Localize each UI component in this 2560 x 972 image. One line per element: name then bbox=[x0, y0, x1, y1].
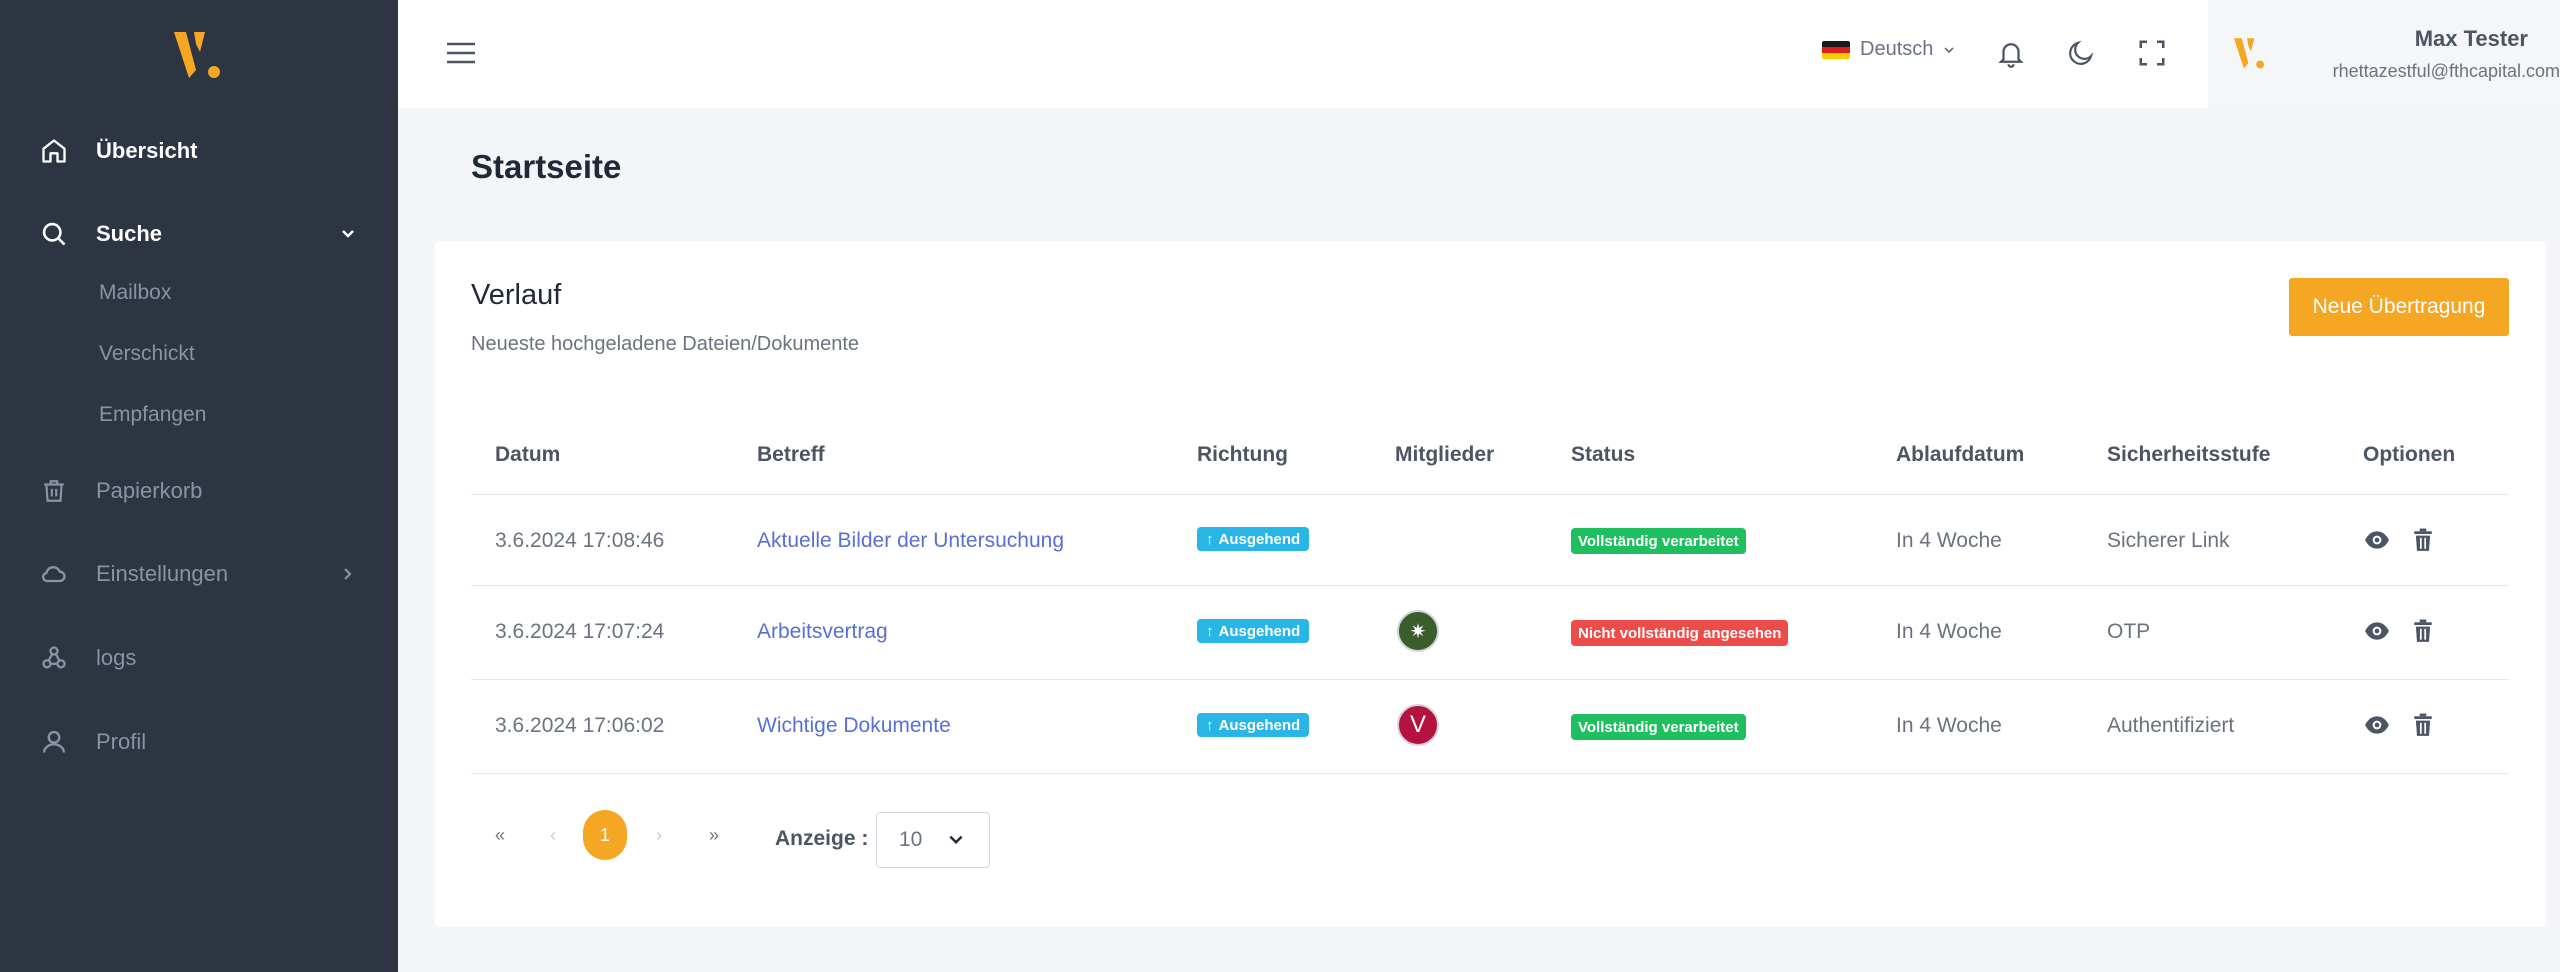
status-badge: Nicht vollständig angesehen bbox=[1571, 620, 1789, 646]
app-logo[interactable] bbox=[174, 30, 226, 82]
sidebar-item-logs[interactable]: logs bbox=[0, 628, 398, 688]
member-avatar[interactable]: ✷ bbox=[1397, 610, 1439, 652]
pagination-next[interactable]: › bbox=[637, 810, 681, 860]
delete-icon[interactable] bbox=[2409, 526, 2437, 554]
row-security: Authentifiziert bbox=[2107, 714, 2235, 737]
pagination-first[interactable]: « bbox=[478, 810, 522, 860]
user-menu[interactable]: Max Tester rhettazestful@fthcapital.com bbox=[2208, 0, 2560, 108]
eye-icon[interactable] bbox=[2363, 617, 2391, 645]
direction-badge: ↑ Ausgehend bbox=[1197, 619, 1310, 643]
page-size-label: Anzeige : bbox=[775, 827, 869, 850]
sidebar-item-label: logs bbox=[96, 645, 137, 670]
home-icon bbox=[38, 135, 70, 167]
sidebar-item-label: Profil bbox=[96, 729, 147, 754]
column-header-status: Status bbox=[1571, 443, 1636, 466]
menu-icon[interactable] bbox=[446, 40, 476, 66]
search-icon bbox=[38, 218, 70, 250]
new-transfer-button[interactable]: Neue Übertragung bbox=[2289, 278, 2509, 336]
row-date: 3.6.2024 17:08:46 bbox=[495, 529, 665, 552]
status-badge: Vollständig verarbeitet bbox=[1571, 528, 1746, 554]
user-icon bbox=[38, 726, 70, 758]
sidebar-item-overview[interactable]: Übersicht bbox=[0, 121, 398, 181]
pagination-last[interactable]: » bbox=[692, 810, 736, 860]
topbar: Deutsch Max Tester rhettazestful@fthcapi… bbox=[398, 0, 2560, 108]
arrow-up-icon: ↑ bbox=[1206, 530, 1214, 548]
eye-icon[interactable] bbox=[2363, 526, 2391, 554]
sidebar-item-label: Suche bbox=[96, 221, 163, 246]
direction-label: Ausgehend bbox=[1218, 622, 1301, 640]
row-security: OTP bbox=[2107, 620, 2151, 643]
member-avatar[interactable]: V bbox=[1397, 704, 1439, 746]
page-size-value: 10 bbox=[899, 828, 923, 851]
language-selector[interactable]: Deutsch bbox=[1822, 38, 1955, 61]
row-security: Sicherer Link bbox=[2107, 529, 2230, 552]
sidebar-subitem-received[interactable]: Empfangen bbox=[99, 403, 206, 427]
card-title: Verlauf bbox=[471, 279, 562, 311]
divider bbox=[471, 585, 2509, 586]
sidebar-item-profile[interactable]: Profil bbox=[0, 712, 398, 772]
row-date: 3.6.2024 17:07:24 bbox=[495, 620, 665, 643]
user-name: Max Tester bbox=[2414, 26, 2528, 51]
divider bbox=[471, 494, 2509, 495]
user-email: rhettazestful@fthcapital.com bbox=[2332, 61, 2560, 81]
row-expiry: In 4 Woche bbox=[1896, 714, 2002, 737]
direction-badge: ↑ Ausgehend bbox=[1197, 713, 1310, 737]
column-header-expiry: Ablaufdatum bbox=[1896, 443, 2025, 466]
delete-icon[interactable] bbox=[2409, 711, 2437, 739]
divider bbox=[471, 773, 2509, 774]
chevron-down-icon bbox=[1944, 46, 1955, 53]
moon-icon[interactable] bbox=[2062, 34, 2100, 72]
pagination-page-current[interactable]: 1 bbox=[583, 810, 627, 860]
row-expiry: In 4 Woche bbox=[1896, 529, 2002, 552]
trash-icon bbox=[38, 475, 70, 507]
fullscreen-icon[interactable] bbox=[2133, 34, 2171, 72]
sidebar-subitem-mailbox[interactable]: Mailbox bbox=[99, 281, 171, 305]
column-header-members: Mitglieder bbox=[1395, 443, 1495, 466]
arrow-up-icon: ↑ bbox=[1206, 622, 1214, 640]
direction-label: Ausgehend bbox=[1218, 716, 1301, 734]
chevron-down-icon bbox=[949, 835, 963, 845]
sidebar-item-label: Papierkorb bbox=[96, 478, 203, 503]
page-size-select[interactable]: 10 bbox=[876, 812, 990, 868]
cloud-icon bbox=[38, 558, 70, 590]
chevron-down-icon bbox=[340, 226, 356, 242]
sidebar-subitem-sent[interactable]: Verschickt bbox=[99, 342, 195, 366]
row-subject-link[interactable]: Wichtige Dokumente bbox=[757, 714, 951, 738]
bell-icon[interactable] bbox=[1992, 34, 2030, 72]
row-subject-link[interactable]: Arbeitsvertrag bbox=[757, 620, 888, 644]
chevron-right-icon bbox=[340, 566, 356, 582]
row-subject-link[interactable]: Aktuelle Bilder der Untersuchung bbox=[757, 529, 1064, 553]
germany-flag-icon bbox=[1822, 40, 1850, 59]
direction-badge: ↑ Ausgehend bbox=[1197, 527, 1310, 551]
history-card: Verlauf Neueste hochgeladene Dateien/Dok… bbox=[435, 241, 2546, 927]
row-expiry: In 4 Woche bbox=[1896, 620, 2002, 643]
column-header-direction: Richtung bbox=[1197, 443, 1288, 466]
direction-label: Ausgehend bbox=[1218, 530, 1301, 548]
row-date: 3.6.2024 17:06:02 bbox=[495, 714, 665, 737]
column-header-options: Optionen bbox=[2363, 443, 2456, 466]
sidebar-item-settings[interactable]: Einstellungen bbox=[0, 544, 398, 604]
divider bbox=[471, 679, 2509, 680]
sidebar-item-search[interactable]: Suche bbox=[0, 204, 398, 264]
column-header-security: Sicherheitsstufe bbox=[2107, 443, 2271, 466]
eye-icon[interactable] bbox=[2363, 711, 2391, 739]
sidebar-item-trash[interactable]: Papierkorb bbox=[0, 461, 398, 521]
column-header-subject: Betreff bbox=[757, 443, 825, 466]
column-header-date: Datum bbox=[495, 443, 561, 466]
sidebar-item-label: Übersicht bbox=[96, 138, 198, 163]
language-label: Deutsch bbox=[1860, 38, 1934, 60]
delete-icon[interactable] bbox=[2409, 617, 2437, 645]
pagination-prev[interactable]: ‹ bbox=[531, 810, 575, 860]
card-subtitle: Neueste hochgeladene Dateien/Dokumente bbox=[471, 333, 860, 355]
page-title: Startseite bbox=[471, 148, 622, 185]
sidebar-item-label: Einstellungen bbox=[96, 561, 229, 586]
sidebar: Übersicht Suche Mailbox Verschickt Empfa… bbox=[0, 0, 398, 972]
webhook-icon bbox=[38, 642, 70, 674]
arrow-up-icon: ↑ bbox=[1206, 716, 1214, 734]
status-badge: Vollständig verarbeitet bbox=[1571, 714, 1746, 740]
